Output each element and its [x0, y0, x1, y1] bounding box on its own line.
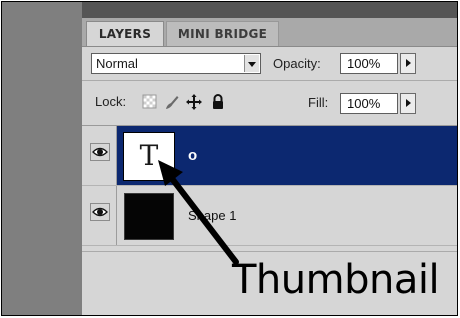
annotation-label: Thumbnail	[232, 257, 440, 303]
chevron-down-icon[interactable]	[244, 55, 259, 72]
fill-field[interactable]: 100%	[340, 93, 398, 114]
layer-name[interactable]: o	[188, 147, 197, 165]
blend-mode-select[interactable]: Normal	[91, 53, 261, 74]
eye-icon[interactable]	[90, 143, 110, 161]
visibility-cell[interactable]	[82, 186, 117, 245]
divider	[82, 80, 457, 81]
fill-slider-arrow-icon[interactable]	[400, 93, 416, 114]
text-layer-glyph: T	[139, 139, 159, 172]
layer-thumbnail[interactable]	[124, 193, 174, 240]
layer-row-text[interactable]: T o	[82, 126, 457, 186]
panel-tab-bar: LAYERS MINI BRIDGE	[82, 18, 457, 47]
tab-mini-bridge[interactable]: MINI BRIDGE	[166, 21, 279, 46]
lock-all-icon[interactable]	[210, 93, 226, 111]
opacity-label: Opacity:	[273, 56, 321, 71]
divider	[82, 251, 457, 252]
lock-label: Lock:	[95, 94, 127, 109]
panel-dock-header	[82, 2, 457, 19]
layer-thumbnail[interactable]: T	[123, 132, 175, 181]
layer-name[interactable]: Shape 1	[188, 207, 236, 225]
blend-mode-value: Normal	[96, 56, 138, 71]
workspace-gutter	[2, 2, 82, 315]
blend-opacity-row: Normal Opacity: 100%	[82, 47, 457, 79]
opacity-field[interactable]: 100%	[340, 53, 398, 74]
lock-fill-row: Lock: Fill: 100%	[82, 82, 457, 124]
fill-label: Fill:	[308, 95, 329, 110]
tab-layers[interactable]: LAYERS	[86, 21, 164, 46]
visibility-cell[interactable]	[82, 126, 117, 185]
lock-transparent-pixels-icon[interactable]	[142, 93, 158, 111]
lock-image-pixels-icon[interactable]	[164, 93, 180, 111]
layer-row-shape[interactable]: Shape 1	[82, 186, 457, 246]
lock-position-icon[interactable]	[186, 93, 202, 111]
eye-icon[interactable]	[90, 203, 110, 221]
opacity-slider-arrow-icon[interactable]	[400, 53, 416, 74]
